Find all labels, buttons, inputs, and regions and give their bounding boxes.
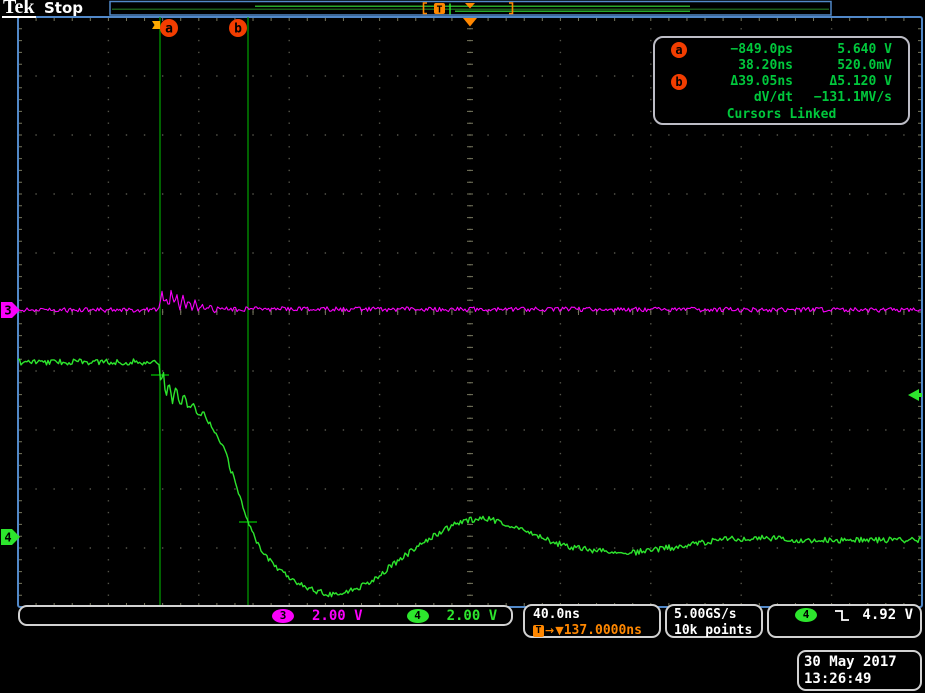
cursor-a-voltage: 5.640 V (793, 42, 892, 58)
timebase-scale: 40.0ns (533, 607, 659, 623)
cursor-a-time: −849.0ps (701, 42, 793, 58)
cursor-readout-panel[interactable]: a −849.0ps 5.640 V 38.20ns 520.0mV b Δ39… (653, 36, 910, 125)
trigger-level-value: 4.92 V (862, 608, 913, 623)
tek-logo: Tek (2, 0, 36, 18)
time-value: 13:26:49 (804, 671, 920, 688)
date-value: 30 May 2017 (804, 654, 920, 671)
record-length: 10k points (674, 623, 761, 639)
channel-scale-bar[interactable]: 3 2.00 V 4 2.00 V (18, 605, 513, 626)
timebase-panel[interactable]: 40.0ns T→▼137.0000ns (523, 604, 661, 638)
cursor-delta-voltage: Δ5.120 V (793, 74, 892, 90)
trigger-position-icon: T (533, 625, 544, 637)
channel-3-position-label: 3 (4, 304, 11, 318)
trigger-marker-icon: ▼ (555, 624, 563, 637)
channel-3-badge[interactable]: 3 (272, 609, 294, 623)
overview-trigger-letter: T (436, 5, 442, 16)
sample-rate: 5.00GS/s (674, 607, 761, 623)
trigger-level-arrow[interactable] (908, 389, 922, 401)
channel-4-scale[interactable]: 2.00 V (447, 608, 498, 624)
cursor-b-marker-label: b (234, 22, 242, 37)
cursor-a-badge: a (671, 42, 687, 58)
cursor-b-time: 38.20ns (701, 58, 793, 74)
oscilloscope-screen: Tab34 Tek Stop a −849.0ps 5.640 V 38.20n… (0, 0, 925, 693)
arrow-icon: → (545, 624, 554, 637)
cursor-b-badge: b (671, 74, 687, 90)
trigger-delay-value: 137.0000ns (564, 623, 642, 638)
trigger-panel[interactable]: 4 4.92 V (767, 604, 922, 638)
channel-3-scale[interactable]: 2.00 V (312, 608, 363, 624)
acquisition-panel[interactable]: 5.00GS/s 10k points (665, 604, 763, 638)
cursor-b-voltage: 520.0mV (793, 58, 892, 74)
trigger-source-badge: 4 (795, 608, 817, 622)
acquisition-status: Stop (44, 0, 83, 17)
dvdt-value: −131.1MV/s (793, 90, 892, 106)
cursor-delta-time: Δ39.05ns (701, 74, 793, 90)
channel-4-position-label: 4 (4, 531, 11, 545)
dvdt-label: dV/dt (701, 90, 793, 106)
channel-4-badge[interactable]: 4 (407, 609, 429, 623)
trigger-position-icon[interactable] (463, 18, 477, 27)
cursor-a-marker-label: a (165, 22, 173, 37)
cursors-linked-status: Cursors Linked (655, 107, 908, 123)
falling-edge-icon (834, 609, 852, 622)
datetime-panel: 30 May 2017 13:26:49 (797, 650, 922, 691)
cursor-a-flag-icon (152, 21, 160, 29)
